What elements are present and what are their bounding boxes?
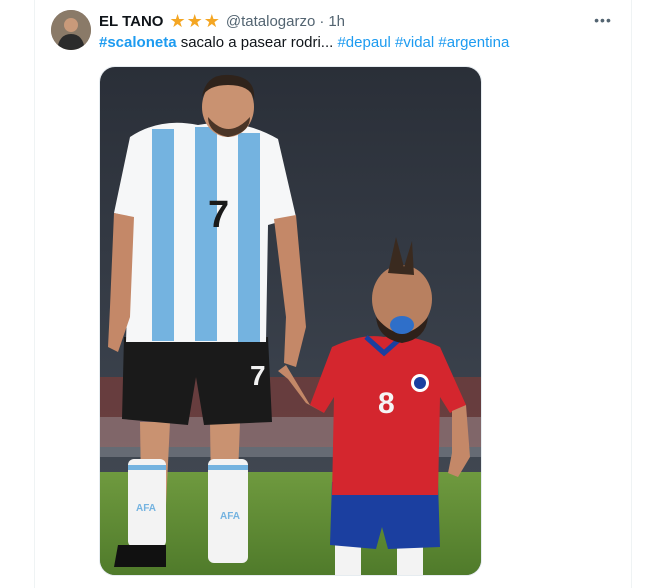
tweet-text-fragment: sacalo a pasear rodri... xyxy=(176,34,338,51)
shorts-number: 7 xyxy=(250,360,266,391)
tweet-header: EL TANO ★ ★ ★ @tatalogarzo · 1h xyxy=(99,11,345,31)
hashtag-link[interactable]: #argentina xyxy=(438,34,509,51)
star-icon: ★ xyxy=(203,11,220,31)
hashtag-link[interactable]: #vidal xyxy=(395,34,434,51)
author-badges: ★ ★ ★ xyxy=(169,12,219,30)
author-name[interactable]: EL TANO xyxy=(99,13,163,30)
jersey-number-8: 8 xyxy=(378,387,395,420)
hashtag-link[interactable]: #scaloneta xyxy=(99,34,177,51)
tweet-text: #scaloneta sacalo a pasear rodri... #dep… xyxy=(99,33,509,53)
tweet-timestamp[interactable]: 1h xyxy=(328,13,345,30)
sock-right-text: AFA xyxy=(220,511,240,522)
jersey-number-7: 7 xyxy=(208,194,229,236)
avatar[interactable] xyxy=(51,10,91,50)
author-handle[interactable]: @tatalogarzo xyxy=(226,13,315,30)
separator-dot: · xyxy=(319,12,325,30)
star-icon: ★ xyxy=(169,11,186,31)
star-icon: ★ xyxy=(186,11,203,31)
hashtag-link[interactable]: #depaul xyxy=(337,34,390,51)
more-options-icon[interactable]: ••• xyxy=(592,10,614,30)
tweet-image[interactable]: AFA AFA 7 7 8 xyxy=(99,66,482,576)
sock-left-text: AFA xyxy=(136,503,156,514)
